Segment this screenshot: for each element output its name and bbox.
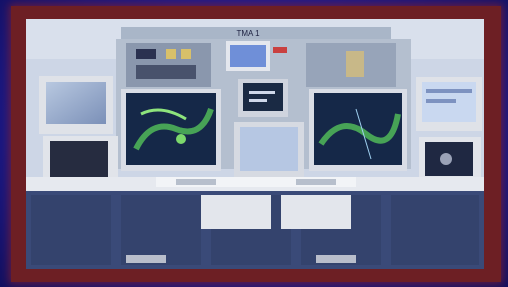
console-illustration: TMA 1 — [26, 19, 484, 269]
photo-frame: TMA 1 — [11, 6, 501, 282]
console-label: TMA 1 — [236, 29, 260, 38]
control-console-photo: TMA 1 — [26, 19, 484, 269]
slide-background: TMA 1 — [0, 0, 508, 287]
